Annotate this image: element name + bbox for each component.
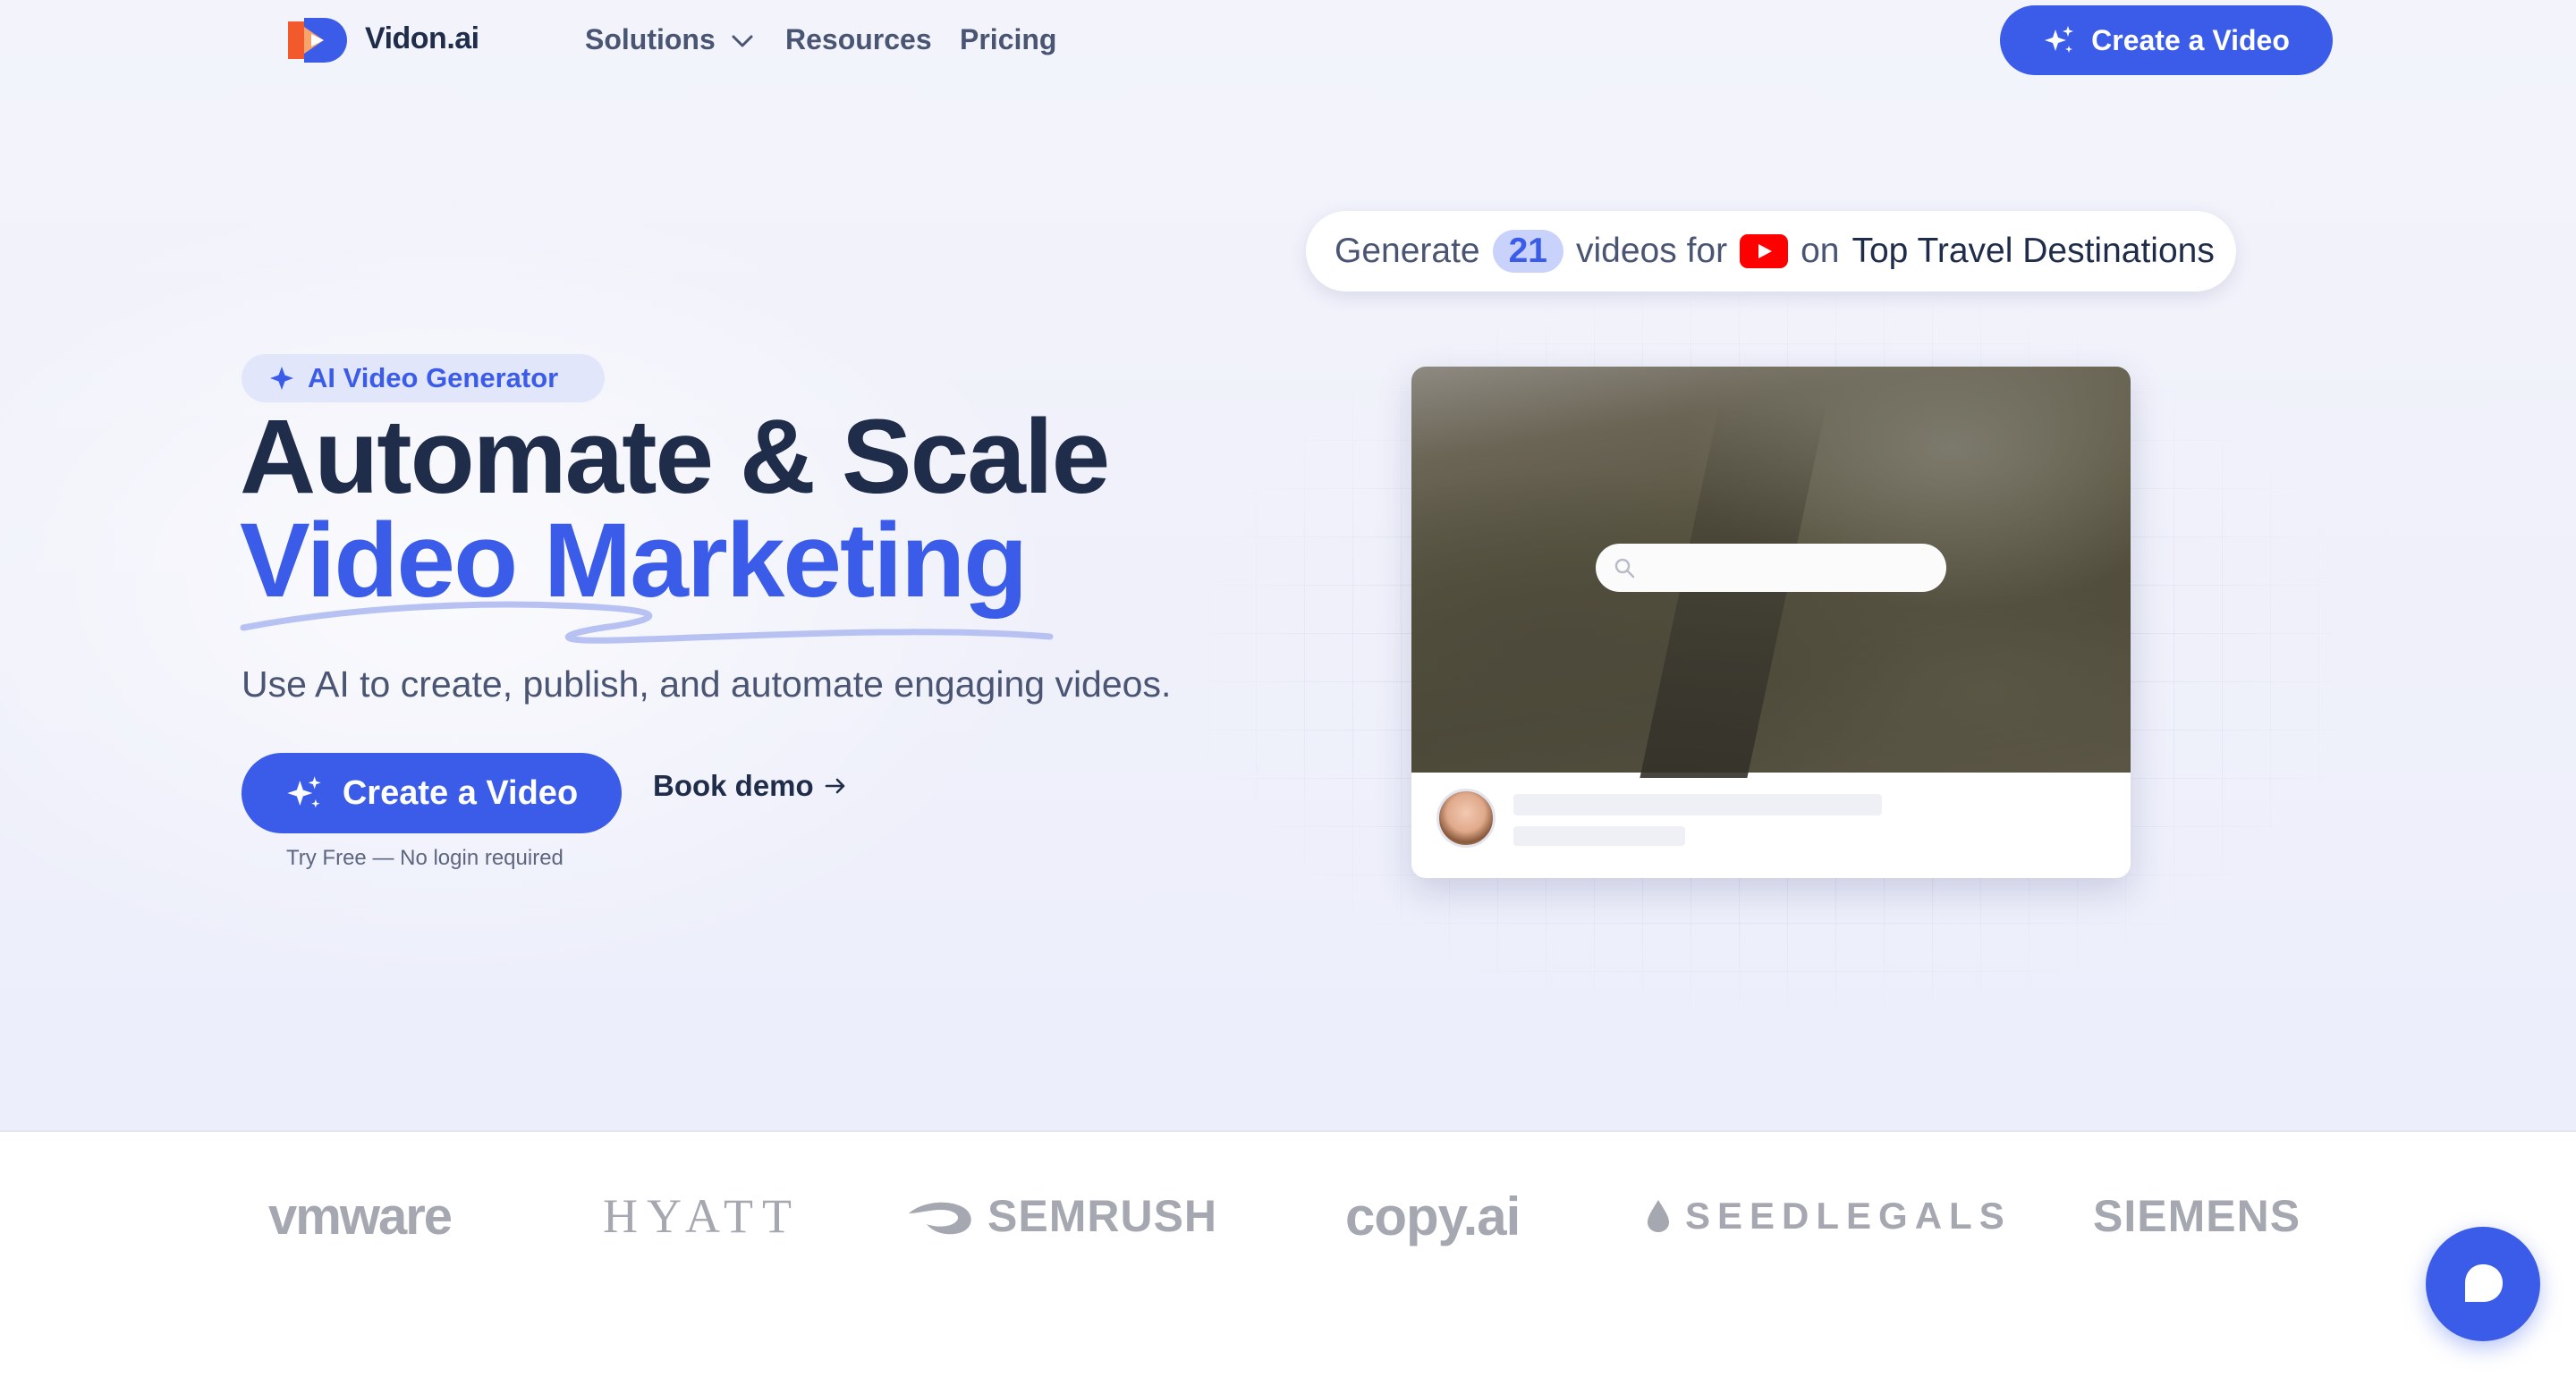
hyatt-logo: HYATT: [603, 1189, 801, 1243]
ai-video-generator-badge: AI Video Generator: [242, 354, 605, 402]
generator-middle: videos for: [1576, 232, 1728, 270]
semrush-flame-icon: [909, 1202, 971, 1235]
generator-topic[interactable]: Top Travel Destinations: [1852, 232, 2214, 271]
video-search-bar[interactable]: [1596, 544, 1946, 592]
seed-drop-icon: [1648, 1200, 1669, 1232]
generator-prefix: Generate: [1335, 232, 1480, 270]
chevron-down-icon[interactable]: [728, 27, 757, 55]
video-count-badge[interactable]: 21: [1492, 230, 1563, 273]
brand-name[interactable]: Vidon.ai: [365, 21, 479, 56]
book-demo-link[interactable]: Book demo: [653, 769, 848, 803]
vidon-logo-icon[interactable]: [284, 14, 349, 66]
vmware-logo: vmware: [268, 1187, 453, 1246]
video-preview-card: [1411, 367, 2131, 878]
siemens-logo: SIEMENS: [2093, 1191, 2301, 1241]
copyai-logo: copy.ai: [1345, 1186, 1521, 1246]
seedlegals-logo: SEEDLEGALS: [1646, 1185, 2012, 1247]
skeleton-title: [1513, 794, 1882, 815]
scribble-underline: [240, 601, 1054, 644]
nav-solutions[interactable]: Solutions: [585, 23, 716, 56]
top-nav: Vidon.ai Solutions Resources Pricing Cre…: [0, 0, 2576, 80]
hero-section: Vidon.ai Solutions Resources Pricing Cre…: [0, 0, 2576, 1132]
video-thumbnail[interactable]: [1411, 367, 2131, 778]
sparkle-icon: [2045, 26, 2074, 53]
sparkle-icon: [287, 776, 321, 808]
try-free-note: Try Free — No login required: [286, 846, 564, 870]
hero-subtitle: Use AI to create, publish, and automate …: [242, 663, 1172, 705]
hero-create-video-button[interactable]: Create a Video: [242, 753, 622, 833]
nav-pricing[interactable]: Pricing: [960, 23, 1056, 56]
hero-cta-label: Create a Video: [342, 773, 579, 812]
chat-bubble-icon: [2465, 1264, 2503, 1302]
nav-create-video-button[interactable]: Create a Video: [2000, 5, 2333, 75]
book-demo-label: Book demo: [653, 769, 814, 802]
headline-line-1: Automate & Scale: [240, 398, 1110, 516]
generator-prompt-pill: Generate 21 videos for on Top Travel Des…: [1306, 211, 2236, 291]
youtube-icon[interactable]: [1740, 234, 1789, 268]
chat-launcher-button[interactable]: [2426, 1227, 2540, 1341]
generator-on: on: [1801, 232, 1840, 270]
arrow-right-icon: [825, 778, 844, 794]
badge-label: AI Video Generator: [308, 362, 559, 393]
avatar: [1436, 789, 1496, 848]
semrush-wordmark: SEMRUSH: [987, 1191, 1218, 1241]
skeleton-subtitle: [1513, 826, 1685, 846]
sparkle-icon: [270, 367, 293, 390]
search-icon: [1614, 558, 1635, 579]
nav-cta-label: Create a Video: [2091, 23, 2290, 56]
seedlegals-wordmark: SEEDLEGALS: [1685, 1195, 2012, 1237]
nav-resources[interactable]: Resources: [785, 23, 932, 56]
semrush-logo: SEMRUSH: [905, 1185, 1217, 1247]
